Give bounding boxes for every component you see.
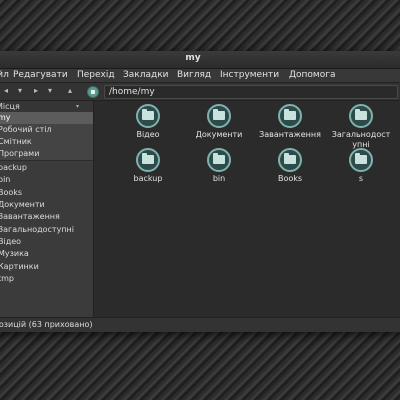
sidebar-item-bin[interactable]: bin bbox=[0, 174, 93, 186]
menu-tools[interactable]: Інструменти bbox=[220, 70, 279, 80]
folder-item[interactable]: backup bbox=[117, 148, 179, 184]
sidebar-item-label: bin bbox=[0, 175, 11, 184]
menu-file[interactable]: Ф̲айл bbox=[0, 70, 9, 80]
sidebar-item-home[interactable]: my bbox=[0, 112, 93, 124]
menu-bookmarks[interactable]: Закладки bbox=[123, 70, 169, 80]
menu-bar: Ф̲айл Редагувати Перехід Закладки Вигляд… bbox=[0, 69, 400, 83]
status-bar: 8 позицій (63 приховано) bbox=[0, 317, 400, 332]
sidebar-item-music[interactable]: Музика bbox=[0, 248, 93, 260]
sidebar-item-label: Картинки bbox=[0, 262, 39, 271]
folder-name: Books bbox=[277, 174, 303, 183]
folder-icon bbox=[207, 104, 231, 128]
folder-icon bbox=[349, 148, 373, 172]
up-arrow-icon[interactable]: ▴ bbox=[64, 85, 76, 97]
sidebar-item-documents[interactable]: Документи bbox=[0, 199, 93, 211]
menu-go[interactable]: Перехід bbox=[77, 70, 115, 80]
title-bar[interactable]: my bbox=[0, 51, 400, 69]
sidebar-item-trash[interactable]: Смітник bbox=[0, 136, 93, 148]
chevron-down-icon[interactable]: ▾ bbox=[16, 85, 24, 97]
sidebar-item-label: Загальнодоступні bbox=[0, 225, 74, 234]
chevron-down-icon[interactable]: ▾ bbox=[76, 101, 79, 112]
folder-item[interactable]: Books bbox=[259, 148, 321, 184]
folder-name: Відео bbox=[136, 130, 160, 139]
sidebar-item-label: Програми bbox=[0, 149, 40, 158]
folder-icon bbox=[207, 148, 231, 172]
sidebar-item-backup[interactable]: backup bbox=[0, 162, 93, 174]
sidebar-item-label: my bbox=[0, 113, 11, 122]
folder-item[interactable]: Документи bbox=[188, 104, 250, 140]
sidebar-item-label: Робочий стіл bbox=[0, 125, 52, 134]
location-bar[interactable]: /home/my bbox=[104, 85, 398, 99]
sidebar-item-label: Музика bbox=[0, 249, 29, 258]
sidebar-item-label: Завантаження bbox=[0, 212, 60, 221]
home-icon[interactable] bbox=[87, 86, 99, 98]
location-path: /home/my bbox=[109, 87, 155, 97]
sidebar-item-books[interactable]: Books bbox=[0, 187, 93, 199]
sidebar-item-tmp[interactable]: tmp bbox=[0, 273, 93, 285]
folder-name: backup bbox=[133, 174, 163, 183]
folder-icon bbox=[278, 148, 302, 172]
sidebar-item-videos[interactable]: Відео bbox=[0, 236, 93, 248]
menu-edit[interactable]: Редагувати bbox=[13, 70, 68, 80]
chevron-down-icon[interactable]: ▾ bbox=[46, 85, 54, 97]
folder-name: Документи bbox=[195, 130, 243, 139]
folder-icon bbox=[136, 148, 160, 172]
folder-item[interactable]: Загальнодоступні bbox=[330, 104, 392, 150]
sidebar-item-desktop[interactable]: Робочий стіл bbox=[0, 124, 93, 136]
sidebar-item-label: Books bbox=[0, 188, 23, 197]
sidebar-item-pictures[interactable]: Картинки bbox=[0, 261, 93, 273]
file-view[interactable]: Відео Документи Завантаження Загальнодос… bbox=[94, 101, 400, 317]
back-arrow-icon[interactable]: ◂ bbox=[0, 85, 12, 97]
sidebar-item-programs[interactable]: Програми bbox=[0, 148, 93, 160]
forward-arrow-icon[interactable]: ▸ bbox=[30, 85, 42, 97]
folder-icon bbox=[349, 104, 373, 128]
places-sidebar: Місця ▾ my Робочий стіл Смітник Програми… bbox=[0, 101, 94, 317]
folder-name: s bbox=[358, 174, 364, 183]
folder-name: Завантаження bbox=[259, 130, 321, 139]
menu-view[interactable]: Вигляд bbox=[177, 70, 211, 80]
sidebar-item-public[interactable]: Загальнодоступні bbox=[0, 224, 93, 236]
folder-item[interactable]: Відео bbox=[117, 104, 179, 140]
sidebar-item-label: Відео bbox=[0, 237, 22, 246]
folder-name: bin bbox=[212, 174, 226, 183]
sidebar-item-label: Смітник bbox=[0, 137, 32, 146]
folder-item[interactable]: s bbox=[330, 148, 392, 184]
sidebar-divider bbox=[0, 160, 93, 161]
places-header[interactable]: Місця ▾ bbox=[0, 101, 93, 112]
sidebar-item-label: Документи bbox=[0, 200, 45, 209]
window-title: my bbox=[185, 53, 201, 63]
file-manager-window: my Ф̲айл Редагувати Перехід Закладки Виг… bbox=[0, 51, 400, 332]
status-text: 8 позицій (63 приховано) bbox=[0, 320, 93, 329]
sidebar-item-label: backup bbox=[0, 163, 27, 172]
folder-icon bbox=[136, 104, 160, 128]
location-toolbar: ◂ ▾ ▸ ▾ ▴ /home/my bbox=[0, 83, 400, 101]
menu-help[interactable]: Допомога bbox=[289, 70, 335, 80]
sidebar-item-label: tmp bbox=[0, 274, 15, 283]
folder-icon bbox=[278, 104, 302, 128]
sidebar-item-downloads[interactable]: Завантаження bbox=[0, 211, 93, 223]
places-label: Місця bbox=[0, 102, 20, 111]
folder-item[interactable]: bin bbox=[188, 148, 250, 184]
folder-item[interactable]: Завантаження bbox=[259, 104, 321, 140]
folder-name: Загальнодоступні bbox=[331, 130, 391, 149]
